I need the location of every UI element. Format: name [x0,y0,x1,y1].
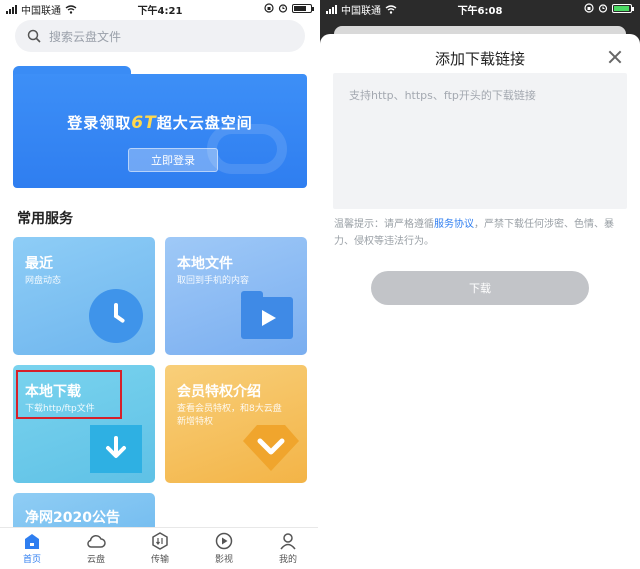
banner-title: 登录领取6T超大云盘空间 [13,112,307,133]
close-icon[interactable] [608,50,622,64]
banner-body: 登录领取6T超大云盘空间 立即登录 [13,74,307,188]
diamond-chevron-icon [243,425,299,471]
card-local-files[interactable]: 本地文件 取回到手机的内容 [165,237,307,355]
tab-cloud-label: 云盘 [86,554,105,565]
search-placeholder: 搜索云盘文件 [49,29,122,44]
tab-transfer[interactable]: 传输 [128,528,192,569]
search-input[interactable]: 搜索云盘文件 [15,20,305,52]
highlight-box [16,370,122,419]
service-agreement-link[interactable]: 服务协议 [434,219,474,230]
card-recent[interactable]: 最近 网盘动态 [13,237,155,355]
download-arrow-icon [90,425,142,473]
transfer-icon [152,532,168,550]
status-right-icons [584,3,634,13]
download-button[interactable]: 下载 [371,271,589,305]
tab-cloud[interactable]: 云盘 [64,528,128,569]
card-recent-subtitle: 网盘动态 [25,276,62,286]
status-bar: 中国联通 下午4:21 [0,0,320,18]
card-local-files-title: 本地文件 [177,256,233,272]
banner-title-accent: 6T [131,113,157,133]
banner-title-prefix: 登录领取 [67,114,132,132]
card-vip-title: 会员特权介绍 [177,384,261,400]
search-icon [27,29,41,43]
rotation-lock-icon [264,3,274,13]
home-screen: 中国联通 下午4:21 搜索云盘文件 登录领取6T超大云盘空间 立即登录 常用服… [0,0,320,569]
rotation-lock-icon [584,3,594,13]
card-local-files-subtitle: 取回到手机的内容 [177,276,250,286]
tab-transfer-label: 传输 [150,555,169,565]
home-icon [25,533,39,549]
folder-play-icon [241,291,293,339]
login-banner[interactable]: 登录领取6T超大云盘空间 立即登录 [13,66,307,188]
tab-video[interactable]: 影视 [192,528,256,569]
user-icon [280,533,296,550]
card-notice-title: 净网2020公告 [25,510,120,526]
tab-home-label: 首页 [22,554,41,565]
tab-me[interactable]: 我的 [256,528,320,569]
tab-home[interactable]: 首页 [0,528,64,569]
battery-icon [292,3,314,13]
section-title: 常用服务 [17,211,73,227]
alarm-icon [278,4,288,13]
status-bar: 中国联通 下午6:08 [320,0,640,18]
status-right-icons [264,3,314,13]
play-circle-icon [215,532,233,550]
tab-video-label: 影视 [214,555,233,565]
banner-title-suffix: 超大云盘空间 [156,114,253,132]
login-button[interactable]: 立即登录 [128,148,218,172]
card-recent-title: 最近 [25,256,53,272]
tip-prefix: 温馨提示：请严格遵循 [334,219,434,230]
link-input[interactable] [333,73,627,209]
battery-icon [612,3,634,13]
bottom-tabbar: 首页 云盘 传输 影视 我的 [0,527,320,569]
card-vip[interactable]: 会员特权介绍 查看会员特权，和8大云盘新增特权 [165,365,307,483]
clock-icon [89,289,143,343]
cloud-icon [87,534,106,548]
dialog-title: 添加下载链接 [434,50,525,68]
alarm-icon [598,4,608,13]
warm-tip: 温馨提示：请严格遵循服务协议，严禁下载任何涉密、色情、暴力、侵权等违法行为。 [334,216,628,250]
tab-me-label: 我的 [278,555,297,565]
download-dialog-screen: 中国联通 下午6:08 添加下载链接 温馨提示：请严格遵循服务协议，严禁下载任何… [320,0,640,569]
